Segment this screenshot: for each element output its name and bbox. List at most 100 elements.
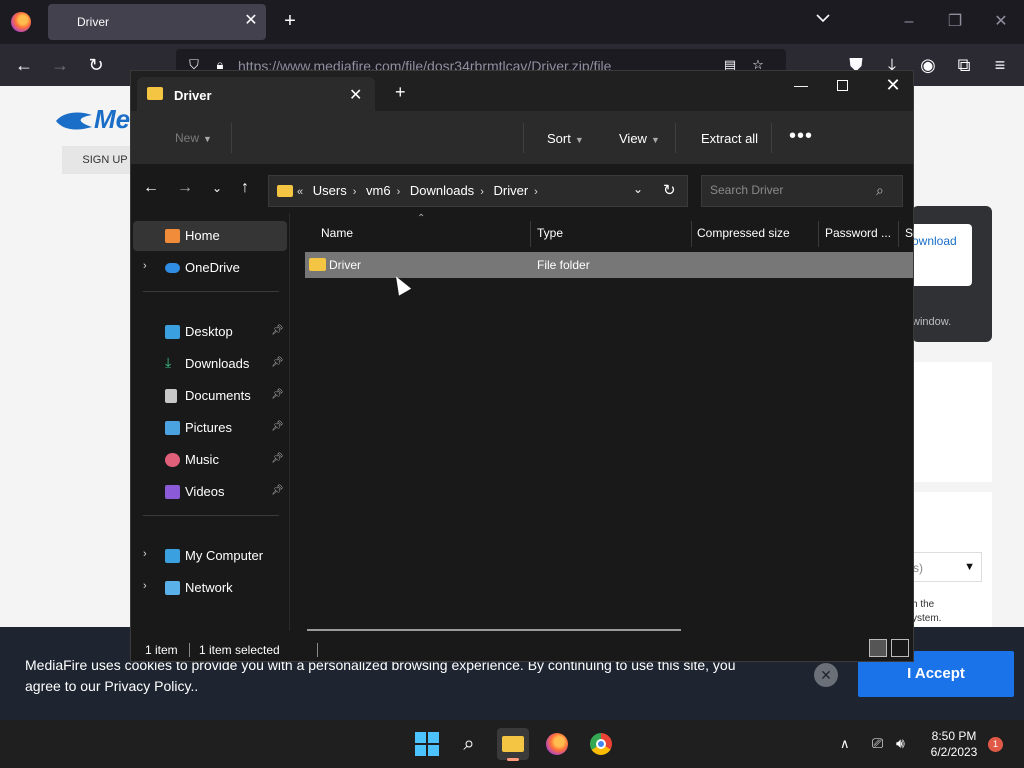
more-options-button[interactable]: ••• <box>789 125 813 148</box>
sort-button[interactable]: Sort ▼ <box>547 131 584 146</box>
pin-icon[interactable]: 📌︎ <box>271 357 284 368</box>
expand-icon[interactable]: › <box>143 580 147 592</box>
sidebar-item-documents[interactable]: Documents 📌︎ <box>133 381 287 411</box>
show-hidden-icons-icon[interactable]: ∧ <box>840 736 850 752</box>
overflow-icon[interactable]: « <box>297 186 303 198</box>
close-cookie-icon[interactable]: ✕ <box>814 663 838 687</box>
firefox-taskbar-button[interactable] <box>541 728 573 760</box>
list-tabs-icon[interactable] <box>816 12 830 26</box>
search-icon[interactable]: ⌕ <box>453 728 485 760</box>
refresh-icon[interactable]: ↻ <box>663 181 676 199</box>
close-tab-icon[interactable]: ✕ <box>242 12 260 30</box>
back-icon[interactable]: ← <box>141 179 161 197</box>
column-password[interactable]: Password ... <box>825 226 891 240</box>
expand-icon[interactable]: › <box>143 260 147 272</box>
pin-icon[interactable]: 📌︎ <box>271 389 284 400</box>
breadcrumb-users[interactable]: Users <box>313 183 347 198</box>
view-button[interactable]: View ▼ <box>619 131 660 146</box>
menu-icon[interactable]: ≡ <box>988 54 1012 76</box>
column-divider[interactable] <box>530 221 531 247</box>
mediafire-logo[interactable]: Me <box>54 104 130 135</box>
sidebar-item-pictures[interactable]: Pictures 📌︎ <box>133 413 287 443</box>
windows-logo-icon <box>415 745 426 756</box>
firefox-menu-icon[interactable] <box>11 12 31 32</box>
recent-locations-icon[interactable]: ⌄ <box>207 181 227 195</box>
volume-icon[interactable]: 🔊︎ <box>896 735 905 752</box>
expand-icon[interactable]: › <box>143 548 147 560</box>
browser-tab-title: Driver <box>77 15 109 29</box>
close-window-icon[interactable]: ✕ <box>986 10 1016 34</box>
network-icon[interactable]: ⎚ <box>872 735 883 752</box>
sidebar-item-desktop[interactable]: Desktop 📌︎ <box>133 317 287 347</box>
forward-icon[interactable]: → <box>48 54 72 76</box>
new-tab-icon[interactable]: + <box>280 11 300 31</box>
pin-icon[interactable]: 📌︎ <box>271 325 284 336</box>
tiles-view-icon[interactable] <box>891 639 909 657</box>
chevron-down-icon: ▼ <box>203 134 212 144</box>
document-icon <box>165 389 177 403</box>
breadcrumb-downloads[interactable]: Downloads <box>410 183 474 198</box>
column-header-row: ⌃ Name Type Compressed size Password ...… <box>303 213 916 251</box>
close-window-icon[interactable]: ✕ <box>883 75 903 96</box>
up-icon[interactable]: ↑ <box>235 179 255 197</box>
new-tab-icon[interactable]: + <box>395 83 406 101</box>
breadcrumb-vm6[interactable]: vm6 <box>366 183 391 198</box>
sidebar-item-music[interactable]: Music 📌︎ <box>133 445 287 475</box>
sidebar-item-network[interactable]: › Network <box>133 573 287 603</box>
search-icon[interactable]: ⌕ <box>876 182 884 199</box>
start-button[interactable] <box>411 728 443 760</box>
chevron-right-icon[interactable]: › <box>480 186 484 198</box>
search-input[interactable] <box>710 183 870 197</box>
navigation-pane: Home › OneDrive Desktop 📌︎ ⤓ Downloads 📌… <box>131 213 289 631</box>
minimize-icon[interactable]: – <box>894 10 924 34</box>
browser-tab[interactable]: Driver ✕ <box>48 4 266 40</box>
explorer-tab[interactable]: Driver ✕ <box>137 77 375 111</box>
download-button[interactable]: ownload l <box>912 224 972 286</box>
restore-icon[interactable]: ❐ <box>940 10 970 34</box>
maximize-icon[interactable] <box>837 80 848 91</box>
options-select[interactable]: s) ▼ <box>912 552 982 582</box>
sidebar-item-my-computer[interactable]: › My Computer <box>133 541 287 571</box>
minimize-icon[interactable]: — <box>791 77 811 93</box>
pane-splitter[interactable] <box>289 213 290 631</box>
chrome-taskbar-button[interactable] <box>585 728 617 760</box>
column-size[interactable]: Si <box>905 226 916 240</box>
divider <box>143 291 279 292</box>
sidebar-item-label: My Computer <box>185 548 264 563</box>
breadcrumb-driver[interactable]: Driver <box>493 183 528 198</box>
address-dropdown-icon[interactable]: ⌄ <box>633 182 643 196</box>
forward-icon[interactable]: → <box>175 179 195 197</box>
address-bar[interactable]: « Users › vm6 › Downloads › Driver › ⌄ ↻ <box>268 175 688 207</box>
chevron-right-icon[interactable]: › <box>397 186 401 198</box>
column-divider[interactable] <box>691 221 692 247</box>
sidebar-item-downloads[interactable]: ⤓ Downloads 📌︎ <box>133 349 287 379</box>
clock[interactable]: 8:50 PM 6/2/2023 <box>924 728 984 760</box>
column-name[interactable]: Name <box>321 226 353 240</box>
column-compressed-size[interactable]: Compressed size <box>697 226 790 240</box>
small-text-line-1: h the <box>912 599 935 610</box>
network-icon <box>165 581 180 595</box>
account-icon[interactable]: ◉ <box>916 54 940 76</box>
chevron-right-icon[interactable]: › <box>534 186 538 198</box>
column-divider[interactable] <box>898 221 899 247</box>
column-divider[interactable] <box>818 221 819 247</box>
close-tab-icon[interactable]: ✕ <box>349 85 362 105</box>
sidebar-item-videos[interactable]: Videos 📌︎ <box>133 477 287 507</box>
file-explorer-taskbar-button[interactable] <box>497 728 529 761</box>
sidebar-item-home[interactable]: Home <box>133 221 287 251</box>
pin-icon[interactable]: 📌︎ <box>271 421 284 432</box>
notification-badge[interactable]: 1 <box>988 737 1003 752</box>
back-icon[interactable]: ← <box>12 54 36 76</box>
extract-all-button[interactable]: Extract all <box>701 131 758 146</box>
pin-icon[interactable]: 📌︎ <box>271 485 284 496</box>
column-type[interactable]: Type <box>537 226 563 240</box>
new-button[interactable]: New ▼ <box>175 131 212 145</box>
chevron-right-icon[interactable]: › <box>353 186 357 198</box>
pin-icon[interactable]: 📌︎ <box>271 453 284 464</box>
clock-time: 8:50 PM <box>931 729 977 743</box>
reload-icon[interactable]: ↻ <box>84 54 108 76</box>
details-view-icon[interactable] <box>869 639 887 657</box>
sidebar-item-onedrive[interactable]: › OneDrive <box>133 253 287 283</box>
extensions-icon[interactable]: ⧉ <box>952 54 976 76</box>
table-row[interactable]: Driver File folder <box>305 252 913 278</box>
